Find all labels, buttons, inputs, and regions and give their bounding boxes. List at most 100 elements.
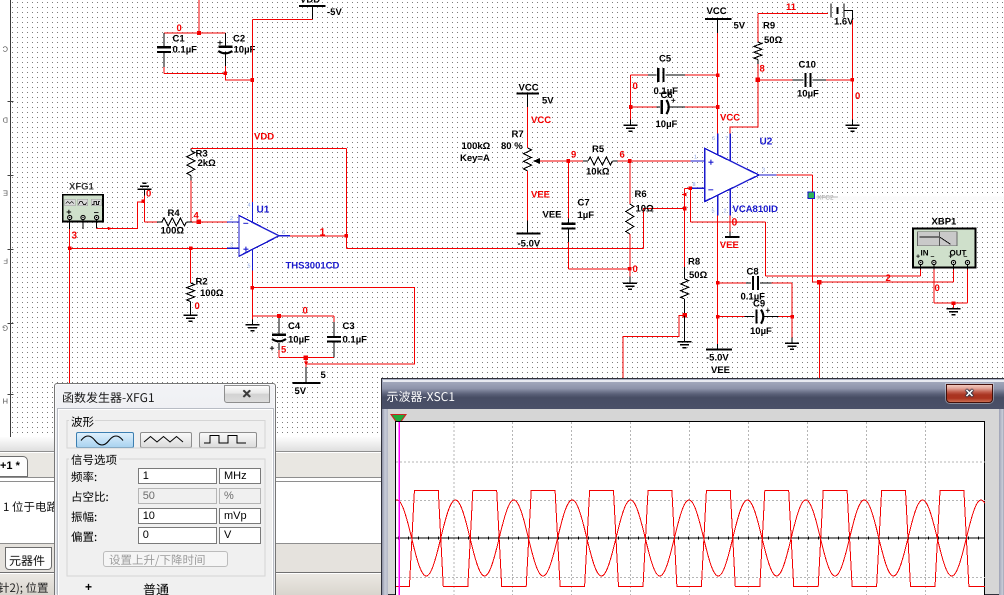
svg-text:U2: U2 (760, 137, 773, 148)
svg-text:0: 0 (633, 264, 638, 275)
svg-text:10kΩ: 10kΩ (586, 167, 610, 178)
svg-text:R6: R6 (635, 189, 647, 200)
svg-text:50Ω: 50Ω (764, 35, 783, 46)
svg-text:C5: C5 (659, 54, 672, 65)
svg-text:XFG1: XFG1 (69, 182, 95, 193)
svg-text:5V: 5V (542, 96, 554, 107)
svg-text:11: 11 (786, 2, 797, 13)
svg-text:VCC: VCC (720, 113, 740, 124)
svg-text:0: 0 (633, 81, 638, 92)
svg-text:VEE: VEE (531, 190, 550, 201)
svg-text:0: 0 (195, 301, 200, 312)
svg-text:R8: R8 (688, 257, 700, 268)
svg-text:D: D (2, 116, 8, 125)
svg-text:10µF: 10µF (750, 326, 772, 337)
svg-text:3: 3 (72, 231, 78, 242)
svg-text:1µF: 1µF (578, 210, 595, 221)
svg-text:+: + (218, 38, 223, 48)
svg-text:0.1µF: 0.1µF (173, 45, 198, 56)
svg-text:C2: C2 (233, 34, 245, 45)
svg-text:4: 4 (194, 211, 200, 222)
svg-text:XBP1: XBP1 (932, 217, 958, 228)
svg-text:7: 7 (725, 136, 728, 142)
svg-text:9: 9 (571, 150, 576, 161)
svg-text:2: 2 (886, 273, 891, 284)
svg-text:–: – (931, 254, 935, 261)
svg-text:4: 4 (248, 203, 251, 209)
svg-text:VCA810ID: VCA810ID (733, 204, 779, 215)
svg-text:100Ω: 100Ω (161, 226, 185, 237)
svg-text:+: + (85, 580, 92, 594)
svg-text:10µF: 10µF (656, 119, 678, 130)
svg-text:C8: C8 (747, 267, 759, 278)
svg-text:3: 3 (230, 243, 233, 249)
svg-text:80 %: 80 % (501, 141, 523, 152)
svg-text:0: 0 (177, 23, 182, 34)
svg-text:E: E (3, 189, 8, 198)
svg-text:8: 8 (760, 64, 765, 75)
svg-text:5V: 5V (734, 21, 746, 32)
svg-text:0: 0 (935, 283, 940, 294)
svg-text:1.6V: 1.6V (834, 17, 854, 28)
svg-text:5: 5 (712, 209, 715, 215)
svg-text:+: + (766, 306, 771, 315)
svg-text:50Ω: 50Ω (689, 270, 708, 281)
svg-text:-5.0V: -5.0V (518, 239, 541, 250)
svg-text:6: 6 (620, 150, 625, 161)
svg-text:6: 6 (282, 230, 285, 236)
svg-text:+: + (243, 245, 249, 256)
svg-text:C: C (2, 45, 8, 54)
svg-text:+: + (916, 254, 920, 261)
svg-text:G: G (2, 324, 8, 333)
svg-text:100kΩ: 100kΩ (462, 141, 491, 152)
svg-text:2kΩ: 2kΩ (198, 158, 217, 169)
svg-text:0: 0 (303, 306, 308, 317)
svg-text:VCC: VCC (519, 83, 539, 94)
svg-text:0: 0 (146, 189, 151, 200)
svg-text:C10: C10 (799, 60, 816, 71)
svg-text:+: + (708, 158, 714, 169)
svg-text:VDD: VDD (254, 132, 274, 143)
svg-text:5: 5 (248, 264, 251, 270)
svg-text:C7: C7 (578, 198, 590, 209)
svg-text:8: 8 (693, 182, 696, 188)
svg-text:10µF: 10µF (797, 89, 819, 100)
svg-text:R4: R4 (168, 208, 181, 219)
svg-text:+: + (270, 343, 275, 353)
svg-text:VCC: VCC (707, 6, 727, 17)
svg-text:R7: R7 (512, 129, 524, 140)
svg-text:1: 1 (320, 227, 326, 239)
svg-text:Key=A: Key=A (460, 153, 490, 164)
svg-text:R2: R2 (196, 277, 208, 288)
svg-text:–: – (708, 185, 714, 196)
svg-text:0: 0 (855, 91, 860, 102)
svg-text:6: 6 (712, 136, 715, 142)
svg-text:VEE: VEE (711, 365, 730, 376)
svg-text:F: F (3, 257, 8, 266)
svg-text:THS3001CD: THS3001CD (286, 261, 340, 272)
svg-text:+: + (949, 254, 953, 261)
svg-text:-5.0V: -5.0V (706, 353, 729, 364)
svg-text:–: – (243, 218, 249, 229)
svg-text:IN: IN (921, 249, 929, 258)
svg-text:-5V: -5V (327, 7, 342, 18)
svg-text:VDD: VDD (300, 0, 320, 6)
svg-text:2: 2 (724, 209, 727, 215)
svg-text:H: H (3, 397, 8, 406)
svg-text:100Ω: 100Ω (200, 288, 224, 299)
svg-text:1: 1 (694, 154, 697, 160)
svg-text:5V: 5V (295, 386, 307, 397)
svg-text:5: 5 (321, 370, 327, 381)
svg-text:C4: C4 (288, 321, 301, 332)
svg-text:0.1µF: 0.1µF (343, 335, 368, 346)
svg-text:–: – (964, 254, 968, 261)
svg-text:C3: C3 (343, 321, 355, 332)
svg-text:5: 5 (281, 345, 287, 356)
svg-text:3: 3 (762, 168, 765, 174)
svg-text:C9: C9 (753, 299, 765, 310)
svg-text:VEE: VEE (543, 210, 562, 221)
svg-text:XFC2: XFC2 (817, 195, 834, 202)
svg-text:10µF: 10µF (288, 335, 310, 346)
svg-text:C1: C1 (173, 34, 186, 45)
svg-text:R5: R5 (592, 144, 605, 155)
